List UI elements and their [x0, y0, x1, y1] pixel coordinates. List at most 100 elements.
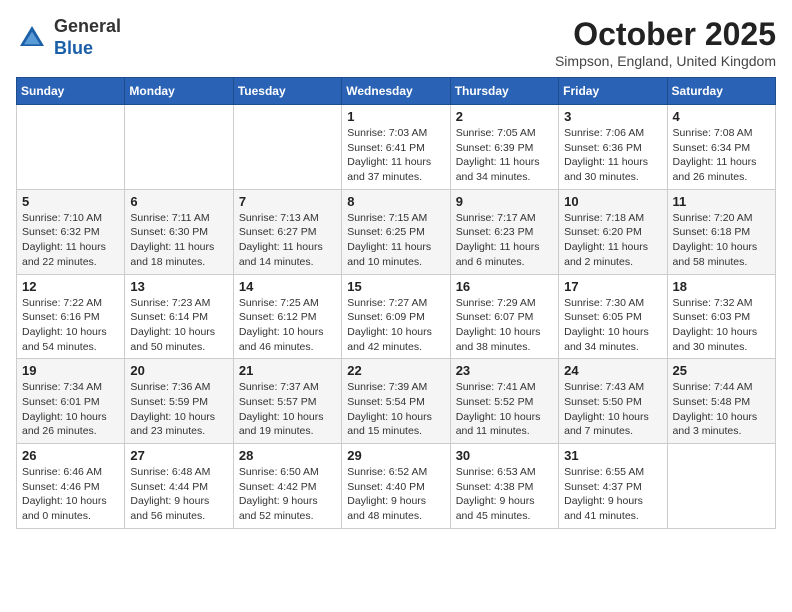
day-number: 31: [564, 448, 661, 463]
day-info: Sunrise: 7:44 AM Sunset: 5:48 PM Dayligh…: [673, 380, 770, 439]
day-number: 11: [673, 194, 770, 209]
day-number: 13: [130, 279, 227, 294]
day-info: Sunrise: 6:52 AM Sunset: 4:40 PM Dayligh…: [347, 465, 444, 524]
calendar-cell: 27Sunrise: 6:48 AM Sunset: 4:44 PM Dayli…: [125, 444, 233, 529]
calendar-cell: 20 Sunrise: 7:36 AM Sunset: 5:59 PM Dayli…: [125, 359, 233, 444]
calendar-cell: 19 Sunrise: 7:34 AM Sunset: 6:01 PM Dayli…: [17, 359, 125, 444]
day-number: 21: [239, 363, 336, 378]
day-number: 18: [673, 279, 770, 294]
day-info: Sunrise: 7:08 AM Sunset: 6:34 PM Dayligh…: [673, 126, 770, 185]
day-number: 1: [347, 109, 444, 124]
calendar-cell: 13 Sunrise: 7:23 AM Sunset: 6:14 PM Dayli…: [125, 274, 233, 359]
day-info: Sunrise: 7:18 AM Sunset: 6:20 PM Dayligh…: [564, 211, 661, 270]
day-number: 26: [22, 448, 119, 463]
day-info: Sunrise: 7:03 AM Sunset: 6:41 PM Dayligh…: [347, 126, 444, 185]
day-number: 2: [456, 109, 553, 124]
day-info: Sunrise: 7:15 AM Sunset: 6:25 PM Dayligh…: [347, 211, 444, 270]
day-number: 25: [673, 363, 770, 378]
calendar-cell: 4 Sunrise: 7:08 AM Sunset: 6:34 PM Daylig…: [667, 105, 775, 190]
calendar-cell: 6 Sunrise: 7:11 AM Sunset: 6:30 PM Daylig…: [125, 189, 233, 274]
calendar-cell: 14Sunrise: 7:25 AM Sunset: 6:12 PM Dayli…: [233, 274, 341, 359]
day-number: 23: [456, 363, 553, 378]
day-info: Sunrise: 6:50 AM Sunset: 4:42 PM Dayligh…: [239, 465, 336, 524]
day-number: 6: [130, 194, 227, 209]
page-header: General Blue October 2025 Simpson, Engla…: [16, 16, 776, 69]
calendar-header: SundayMondayTuesdayWednesdayThursdayFrid…: [17, 78, 776, 105]
calendar-cell: 24Sunrise: 7:43 AM Sunset: 5:50 PM Dayli…: [559, 359, 667, 444]
calendar-cell: 16Sunrise: 7:29 AM Sunset: 6:07 PM Dayli…: [450, 274, 558, 359]
day-info: Sunrise: 7:43 AM Sunset: 5:50 PM Dayligh…: [564, 380, 661, 439]
day-info: Sunrise: 7:13 AM Sunset: 6:27 PM Dayligh…: [239, 211, 336, 270]
calendar-cell: 23 Sunrise: 7:41 AM Sunset: 5:52 PM Dayli…: [450, 359, 558, 444]
day-info: Sunrise: 6:53 AM Sunset: 4:38 PM Dayligh…: [456, 465, 553, 524]
day-number: 30: [456, 448, 553, 463]
calendar-cell: 21 Sunrise: 7:37 AM Sunset: 5:57 PM Dayli…: [233, 359, 341, 444]
day-info: Sunrise: 7:39 AM Sunset: 5:54 PM Dayligh…: [347, 380, 444, 439]
day-info: Sunrise: 6:46 AM Sunset: 4:46 PM Dayligh…: [22, 465, 119, 524]
calendar-table: SundayMondayTuesdayWednesdayThursdayFrid…: [16, 77, 776, 529]
calendar-week-row: 12Sunrise: 7:22 AM Sunset: 6:16 PM Dayli…: [17, 274, 776, 359]
weekday-header: Tuesday: [233, 78, 341, 105]
day-info: Sunrise: 7:23 AM Sunset: 6:14 PM Dayligh…: [130, 296, 227, 355]
day-number: 20: [130, 363, 227, 378]
calendar-week-row: 26 Sunrise: 6:46 AM Sunset: 4:46 PM Dayli…: [17, 444, 776, 529]
calendar-cell: 8 Sunrise: 7:15 AM Sunset: 6:25 PM Daylig…: [342, 189, 450, 274]
day-info: Sunrise: 7:27 AM Sunset: 6:09 PM Dayligh…: [347, 296, 444, 355]
calendar-cell: 5Sunrise: 7:10 AM Sunset: 6:32 PM Daylig…: [17, 189, 125, 274]
calendar-week-row: 1 Sunrise: 7:03 AM Sunset: 6:41 PM Daylig…: [17, 105, 776, 190]
weekday-header: Friday: [559, 78, 667, 105]
calendar-cell: 2 Sunrise: 7:05 AM Sunset: 6:39 PM Daylig…: [450, 105, 558, 190]
day-info: Sunrise: 7:06 AM Sunset: 6:36 PM Dayligh…: [564, 126, 661, 185]
calendar-body: 1 Sunrise: 7:03 AM Sunset: 6:41 PM Daylig…: [17, 105, 776, 529]
day-number: 10: [564, 194, 661, 209]
calendar-cell: 3 Sunrise: 7:06 AM Sunset: 6:36 PM Daylig…: [559, 105, 667, 190]
calendar-cell: 18 Sunrise: 7:32 AM Sunset: 6:03 PM Dayli…: [667, 274, 775, 359]
day-number: 29: [347, 448, 444, 463]
calendar-cell: [17, 105, 125, 190]
calendar-cell: 28Sunrise: 6:50 AM Sunset: 4:42 PM Dayli…: [233, 444, 341, 529]
calendar-cell: 11 Sunrise: 7:20 AM Sunset: 6:18 PM Dayli…: [667, 189, 775, 274]
title-block: October 2025 Simpson, England, United Ki…: [555, 16, 776, 69]
weekday-header: Thursday: [450, 78, 558, 105]
calendar-cell: [233, 105, 341, 190]
day-number: 3: [564, 109, 661, 124]
day-number: 19: [22, 363, 119, 378]
calendar-cell: 26 Sunrise: 6:46 AM Sunset: 4:46 PM Dayli…: [17, 444, 125, 529]
day-info: Sunrise: 7:22 AM Sunset: 6:16 PM Dayligh…: [22, 296, 119, 355]
calendar-cell: 9Sunrise: 7:17 AM Sunset: 6:23 PM Daylig…: [450, 189, 558, 274]
day-info: Sunrise: 7:17 AM Sunset: 6:23 PM Dayligh…: [456, 211, 553, 270]
day-info: Sunrise: 7:36 AM Sunset: 5:59 PM Dayligh…: [130, 380, 227, 439]
day-number: 4: [673, 109, 770, 124]
weekday-row: SundayMondayTuesdayWednesdayThursdayFrid…: [17, 78, 776, 105]
day-info: Sunrise: 7:25 AM Sunset: 6:12 PM Dayligh…: [239, 296, 336, 355]
calendar-cell: 10 Sunrise: 7:18 AM Sunset: 6:20 PM Dayli…: [559, 189, 667, 274]
day-info: Sunrise: 7:05 AM Sunset: 6:39 PM Dayligh…: [456, 126, 553, 185]
calendar-cell: 22Sunrise: 7:39 AM Sunset: 5:54 PM Dayli…: [342, 359, 450, 444]
day-number: 8: [347, 194, 444, 209]
calendar-cell: [125, 105, 233, 190]
weekday-header: Sunday: [17, 78, 125, 105]
day-info: Sunrise: 7:20 AM Sunset: 6:18 PM Dayligh…: [673, 211, 770, 270]
logo-icon: [16, 22, 48, 54]
calendar-cell: 30 Sunrise: 6:53 AM Sunset: 4:38 PM Dayli…: [450, 444, 558, 529]
calendar-cell: 29 Sunrise: 6:52 AM Sunset: 4:40 PM Dayli…: [342, 444, 450, 529]
day-info: Sunrise: 7:30 AM Sunset: 6:05 PM Dayligh…: [564, 296, 661, 355]
day-info: Sunrise: 7:37 AM Sunset: 5:57 PM Dayligh…: [239, 380, 336, 439]
day-info: Sunrise: 7:34 AM Sunset: 6:01 PM Dayligh…: [22, 380, 119, 439]
calendar-cell: 1 Sunrise: 7:03 AM Sunset: 6:41 PM Daylig…: [342, 105, 450, 190]
day-info: Sunrise: 6:55 AM Sunset: 4:37 PM Dayligh…: [564, 465, 661, 524]
day-info: Sunrise: 7:29 AM Sunset: 6:07 PM Dayligh…: [456, 296, 553, 355]
calendar-cell: 25 Sunrise: 7:44 AM Sunset: 5:48 PM Dayli…: [667, 359, 775, 444]
day-number: 15: [347, 279, 444, 294]
day-info: Sunrise: 7:41 AM Sunset: 5:52 PM Dayligh…: [456, 380, 553, 439]
calendar-week-row: 5Sunrise: 7:10 AM Sunset: 6:32 PM Daylig…: [17, 189, 776, 274]
day-number: 5: [22, 194, 119, 209]
logo-text: General Blue: [54, 16, 121, 59]
month-year: October 2025: [555, 16, 776, 53]
day-info: Sunrise: 7:11 AM Sunset: 6:30 PM Dayligh…: [130, 211, 227, 270]
day-number: 27: [130, 448, 227, 463]
day-info: Sunrise: 7:32 AM Sunset: 6:03 PM Dayligh…: [673, 296, 770, 355]
calendar-cell: [667, 444, 775, 529]
calendar-cell: 17Sunrise: 7:30 AM Sunset: 6:05 PM Dayli…: [559, 274, 667, 359]
weekday-header: Monday: [125, 78, 233, 105]
